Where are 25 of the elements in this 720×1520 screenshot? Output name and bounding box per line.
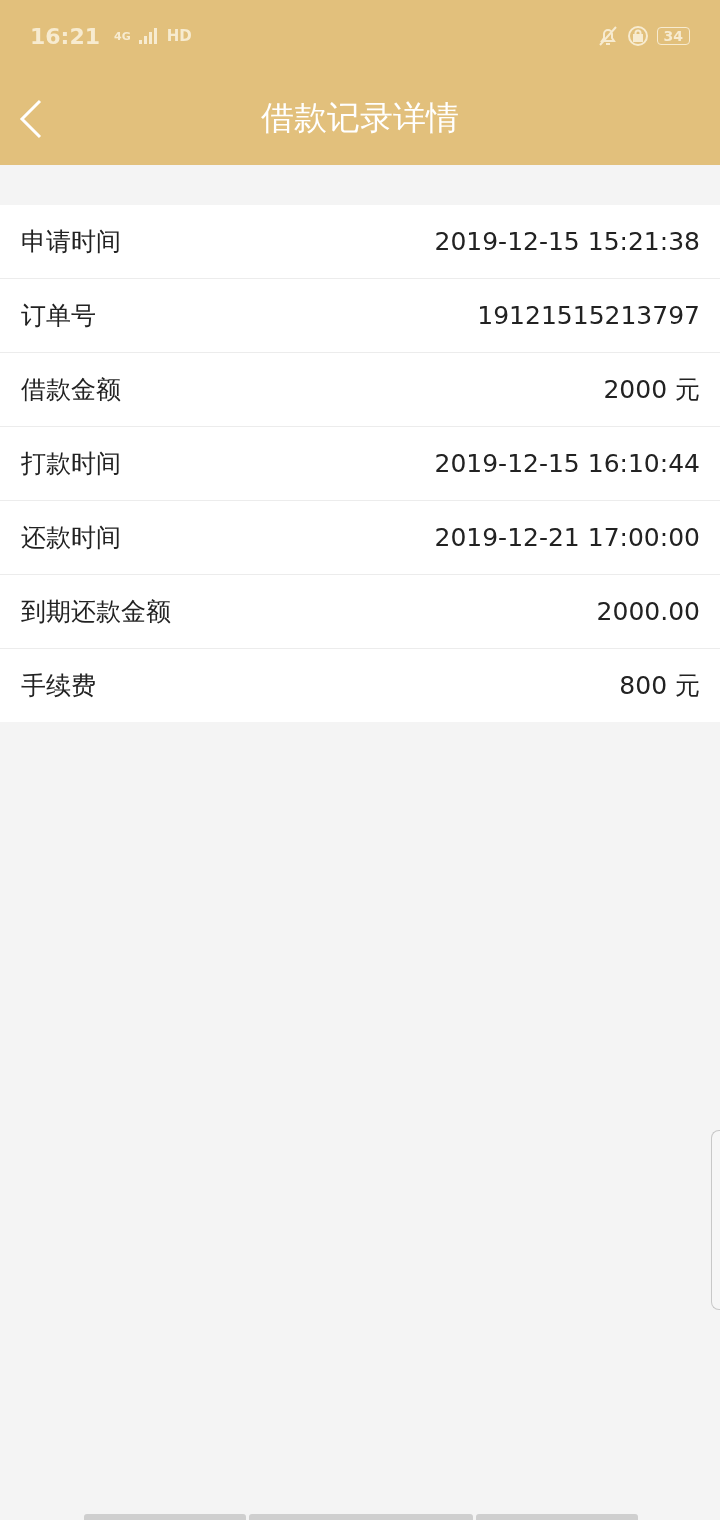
rotation-lock-icon xyxy=(626,25,649,47)
field-value: 2019-12-21 17:00:00 xyxy=(434,523,700,552)
field-value: 800 元 xyxy=(619,670,700,702)
field-label: 借款金额 xyxy=(21,374,121,406)
field-value: 19121515213797 xyxy=(477,301,700,330)
network-type: 4G xyxy=(114,29,131,43)
field-label: 手续费 xyxy=(21,670,96,702)
field-label: 到期还款金额 xyxy=(21,596,171,628)
back-icon[interactable] xyxy=(18,98,44,139)
field-value: 2000.00 xyxy=(596,597,700,626)
field-value: 2019-12-15 15:21:38 xyxy=(434,227,700,256)
signal-icon xyxy=(138,27,159,45)
hd-call-label: HD xyxy=(166,28,192,44)
edge-panel-handle[interactable] xyxy=(711,1130,720,1310)
battery-level: 34 xyxy=(656,27,690,45)
field-label: 订单号 xyxy=(21,300,96,332)
field-value: 2019-12-15 16:10:44 xyxy=(434,449,700,478)
field-label: 申请时间 xyxy=(21,226,121,258)
field-label: 还款时间 xyxy=(21,522,121,554)
bell-off-icon xyxy=(596,25,619,47)
page-title: 借款记录详情 xyxy=(261,97,459,139)
status-time: 16:21 xyxy=(30,23,101,49)
gesture-bar[interactable] xyxy=(84,1514,638,1520)
field-label: 打款时间 xyxy=(21,448,121,480)
field-value: 2000 元 xyxy=(603,374,700,406)
